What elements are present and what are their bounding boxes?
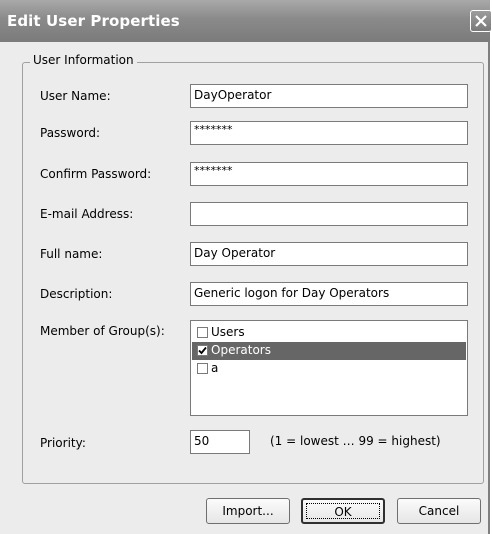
user-name-label: User Name: [40, 89, 111, 103]
edit-user-dialog: Edit User Properties User Information Us… [0, 0, 492, 534]
title-bar[interactable]: Edit User Properties [0, 0, 492, 42]
priority-hint: (1 = lowest … 99 = highest) [270, 434, 441, 448]
description-input[interactable]: Generic logon for Day Operators [190, 282, 468, 306]
password-label: Password: [40, 126, 101, 140]
group-item-label: a [211, 361, 219, 375]
group-item-operators[interactable]: Operators [192, 342, 466, 360]
dialog-title: Edit User Properties [7, 12, 180, 30]
priority-label: Priority: [40, 436, 86, 450]
a-checkbox[interactable] [197, 363, 208, 374]
group-item-users[interactable]: Users [192, 324, 466, 342]
full-name-input[interactable]: Day Operator [190, 242, 468, 266]
description-label: Description: [40, 287, 113, 301]
group-legend: User Information [30, 53, 137, 67]
close-button[interactable] [470, 10, 492, 32]
member-of-groups-label: Member of Group(s): [40, 324, 165, 338]
checkmark-icon [198, 346, 207, 355]
import-button-label: Import... [222, 504, 274, 518]
email-input[interactable] [190, 202, 468, 226]
groups-listbox[interactable]: Users Operators a [190, 320, 468, 416]
confirm-password-label: Confirm Password: [40, 167, 152, 181]
ok-button[interactable]: OK [301, 498, 385, 524]
operators-checkbox[interactable] [197, 345, 208, 356]
import-button[interactable]: Import... [206, 498, 290, 524]
group-item-label: Users [211, 325, 245, 339]
password-input[interactable]: ******* [190, 121, 468, 145]
cancel-button[interactable]: Cancel [397, 498, 481, 524]
group-item-label: Operators [211, 343, 271, 357]
focus-ring [306, 503, 380, 519]
email-label: E-mail Address: [40, 207, 134, 221]
user-name-input[interactable]: DayOperator [190, 84, 468, 108]
confirm-password-input[interactable]: ******* [190, 162, 468, 186]
group-item-a[interactable]: a [192, 360, 466, 378]
full-name-label: Full name: [40, 247, 103, 261]
cancel-button-label: Cancel [418, 504, 460, 518]
users-checkbox[interactable] [197, 327, 208, 338]
priority-input[interactable]: 50 [190, 430, 250, 454]
